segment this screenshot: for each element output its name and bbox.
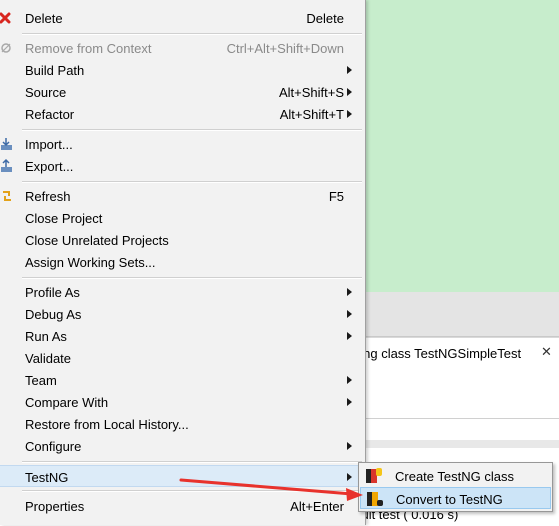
annotation-arrow-head — [346, 488, 363, 501]
annotation-arrow-line — [179, 478, 354, 496]
annotation-arrow — [179, 478, 363, 501]
